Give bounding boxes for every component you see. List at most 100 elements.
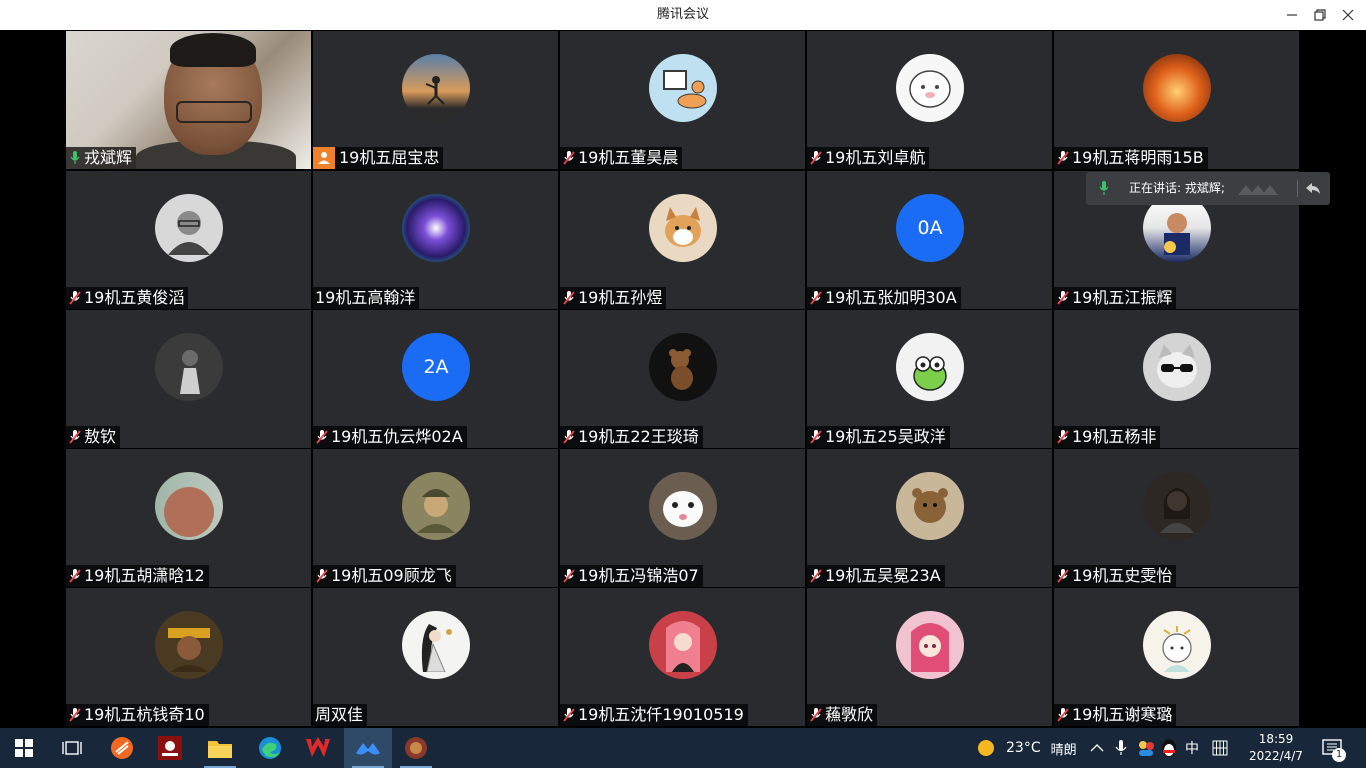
participant-tile[interactable]: 19机五董昊晨 [560,31,805,169]
participant-tile[interactable]: 周双佳 [313,588,558,726]
collapse-button[interactable] [1305,180,1321,199]
mic-muted-icon [68,429,82,445]
participant-name: 19机五高翰洋 [315,288,416,307]
participant-nameplate: 19机五黄俊滔 [66,287,189,309]
minimize-button[interactable] [1278,0,1306,30]
participant-name: 戎斌辉 [84,148,133,167]
folder-icon [208,741,232,758]
speaking-text: 正在讲话: 戎斌辉; [1129,181,1225,195]
mic-muted-icon [562,150,576,166]
mic-muted-icon [562,429,576,445]
participant-name: 19机五黄俊滔 [84,288,185,307]
speaking-indicator: 正在讲话: 戎斌辉; [1086,172,1330,205]
notification-count-badge: 1 [1332,748,1346,762]
microphone-icon [1115,740,1127,755]
window-title: 腾讯会议 [656,7,709,22]
start-button[interactable] [0,728,48,768]
participant-tile[interactable]: 戎斌辉 [66,31,311,169]
participant-name: 敖钦 [84,427,117,446]
participant-nameplate: 19机五09顾龙飞 [313,565,456,587]
participant-nameplate: 19机五蒋明雨15B [1054,147,1208,169]
participant-nameplate: 19机五谢寒璐 [1054,704,1177,726]
ime-mode-button[interactable] [1212,728,1228,768]
participant-tile[interactable]: 19机五25吴政洋 [807,310,1052,448]
participant-nameplate: 19机五江振辉 [1054,287,1177,309]
participant-tile[interactable]: 0A 19机五张加明30A [807,171,1052,309]
weather-widget[interactable]: 23°C 晴朗 [976,728,1077,768]
mic-muted-icon [809,568,823,584]
participant-nameplate: 19机五史雯怡 [1054,565,1177,587]
participant-tile[interactable]: 19机五胡潇晗12 [66,449,311,587]
participant-nameplate: 19机五沈仟19010519 [560,704,748,726]
mic-muted-icon [315,429,329,445]
tray-app-button[interactable] [1136,728,1156,768]
participant-nameplate: 19机五冯锦浩07 [560,565,703,587]
participant-nameplate: 19机五杭钱奇10 [66,704,209,726]
participant-tile[interactable]: 19机五孙煜 [560,171,805,309]
participant-tile[interactable]: 19机五高翰洋 [313,171,558,309]
participant-tile[interactable]: 19机五22王琰琦 [560,310,805,448]
participant-tile[interactable]: 2A 19机五仇云烨02A [313,310,558,448]
qq-tray-button[interactable] [1160,728,1178,768]
participant-tile[interactable]: 19机五屈宝忠 [313,31,558,169]
app-orange-icon [111,737,133,759]
participant-avatar [1143,333,1211,401]
participant-tile[interactable]: 19机五蒋明雨15B [1054,31,1299,169]
taskbar-app[interactable] [98,728,146,768]
taskbar-app[interactable] [146,728,194,768]
taskbar-app[interactable] [392,728,440,768]
action-center-button[interactable]: 1 [1322,728,1346,768]
participant-nameplate: 蘓斆欣 [807,704,878,726]
mic-active-icon [1098,181,1110,199]
participant-tile[interactable]: 19机五冯锦浩07 [560,449,805,587]
mic-muted-icon [1056,429,1070,445]
weather-text: 晴朗 [1050,742,1077,758]
participant-tile[interactable]: 19机五吴冕23A [807,449,1052,587]
mic-muted-icon [562,568,576,584]
temperature: 23°C [1006,740,1041,756]
penguin-icon [1162,739,1176,757]
participant-tile[interactable]: 19机五黄俊滔 [66,171,311,309]
clock-time: 18:59 [1258,732,1294,746]
participant-tile[interactable]: 19机五杨非 [1054,310,1299,448]
mic-muted-icon [809,150,823,166]
participant-tile[interactable]: 19机五沈仟19010519 [560,588,805,726]
clock[interactable]: 18:59 2022/4/7 [1246,728,1306,768]
participant-nameplate: 周双佳 [313,704,368,726]
participant-nameplate: 19机五高翰洋 [313,287,420,309]
participant-avatar [896,472,964,540]
participant-nameplate: 19机五胡潇晗12 [66,565,209,587]
participant-name: 19机五蒋明雨15B [1072,148,1204,167]
participant-tile[interactable]: 敖钦 [66,310,311,448]
ime-button[interactable]: 中 [1185,728,1199,768]
grid-icon [1212,740,1228,756]
taskbar-wps[interactable] [294,728,342,768]
close-button[interactable] [1334,0,1362,30]
app-red-icon [158,736,182,760]
mic-muted-icon [1056,568,1070,584]
participant-tile[interactable]: 19机五谢寒璐 [1054,588,1299,726]
task-view-button[interactable] [48,728,96,768]
participant-tile[interactable]: 19机五09顾龙飞 [313,449,558,587]
participant-nameplate: 19机五仇云烨02A [313,426,467,448]
mic-muted-icon [809,290,823,306]
mic-muted-icon [809,429,823,445]
microphone-tray-button[interactable] [1115,728,1127,768]
restore-button[interactable] [1306,0,1334,30]
participant-avatar [896,333,964,401]
participant-name: 19机五张加明30A [825,288,957,307]
participant-tile[interactable]: 蘓斆欣 [807,588,1052,726]
participant-tile[interactable]: 19机五刘卓航 [807,31,1052,169]
tray-overflow-button[interactable] [1090,728,1104,768]
mic-muted-icon [68,290,82,306]
participant-nameplate: 19机五刘卓航 [807,147,930,169]
taskbar-file-explorer[interactable] [196,728,244,768]
participant-tile[interactable]: 19机五史雯怡 [1054,449,1299,587]
minimize-icon [1287,14,1297,16]
taskbar-edge[interactable] [246,728,294,768]
participant-name: 19机五仇云烨02A [331,427,463,446]
taskbar-tencent-meeting[interactable] [344,728,392,768]
participant-name: 19机五22王琰琦 [578,427,699,446]
participant-avatar [155,194,223,262]
participant-tile[interactable]: 19机五杭钱奇10 [66,588,311,726]
